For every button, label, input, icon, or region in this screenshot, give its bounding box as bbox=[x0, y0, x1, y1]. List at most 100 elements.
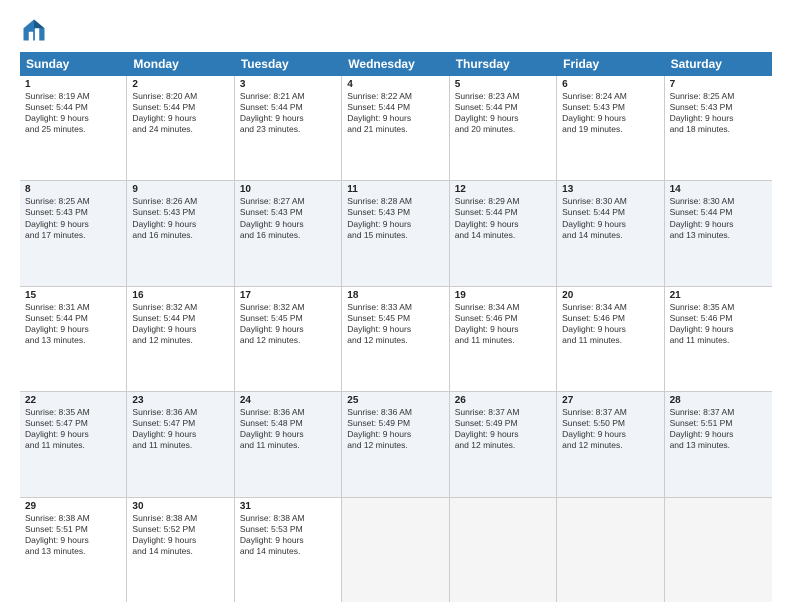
calendar-row-1: 1Sunrise: 8:19 AMSunset: 5:44 PMDaylight… bbox=[20, 76, 772, 181]
header-day-tuesday: Tuesday bbox=[235, 52, 342, 76]
cell-line: Sunrise: 8:30 AM bbox=[562, 196, 658, 207]
day-number: 30 bbox=[132, 501, 228, 512]
day-number: 19 bbox=[455, 290, 551, 301]
day-cell-12: 12Sunrise: 8:29 AMSunset: 5:44 PMDayligh… bbox=[450, 181, 557, 285]
cell-line: Daylight: 9 hours bbox=[25, 324, 121, 335]
header-day-friday: Friday bbox=[557, 52, 664, 76]
cell-line: Sunset: 5:44 PM bbox=[132, 102, 228, 113]
cell-line: Sunset: 5:47 PM bbox=[25, 418, 121, 429]
cell-line: Daylight: 9 hours bbox=[347, 324, 443, 335]
cell-line: Daylight: 9 hours bbox=[670, 429, 767, 440]
cell-line: Daylight: 9 hours bbox=[240, 324, 336, 335]
cell-line: and 11 minutes. bbox=[240, 440, 336, 451]
day-number: 17 bbox=[240, 290, 336, 301]
cell-line: Daylight: 9 hours bbox=[132, 324, 228, 335]
cell-line: Daylight: 9 hours bbox=[347, 113, 443, 124]
cell-line: and 12 minutes. bbox=[347, 335, 443, 346]
cell-line: and 16 minutes. bbox=[132, 230, 228, 241]
day-number: 6 bbox=[562, 79, 658, 90]
cell-line: Sunrise: 8:27 AM bbox=[240, 196, 336, 207]
cell-line: and 13 minutes. bbox=[25, 335, 121, 346]
day-number: 3 bbox=[240, 79, 336, 90]
day-number: 22 bbox=[25, 395, 121, 406]
cell-line: and 12 minutes. bbox=[347, 440, 443, 451]
day-number: 2 bbox=[132, 79, 228, 90]
cell-line: Sunset: 5:44 PM bbox=[670, 207, 767, 218]
day-cell-5: 5Sunrise: 8:23 AMSunset: 5:44 PMDaylight… bbox=[450, 76, 557, 180]
cell-line: Daylight: 9 hours bbox=[562, 324, 658, 335]
cell-line: Daylight: 9 hours bbox=[562, 429, 658, 440]
cell-line: Sunrise: 8:32 AM bbox=[240, 302, 336, 313]
cell-line: Sunset: 5:53 PM bbox=[240, 524, 336, 535]
day-cell-23: 23Sunrise: 8:36 AMSunset: 5:47 PMDayligh… bbox=[127, 392, 234, 496]
cell-line: Sunrise: 8:38 AM bbox=[25, 513, 121, 524]
day-number: 21 bbox=[670, 290, 767, 301]
cell-line: Daylight: 9 hours bbox=[562, 113, 658, 124]
header-day-wednesday: Wednesday bbox=[342, 52, 449, 76]
cell-line: and 16 minutes. bbox=[240, 230, 336, 241]
cell-line: Sunrise: 8:23 AM bbox=[455, 91, 551, 102]
day-cell-4: 4Sunrise: 8:22 AMSunset: 5:44 PMDaylight… bbox=[342, 76, 449, 180]
cell-line: Daylight: 9 hours bbox=[347, 219, 443, 230]
cell-line: Sunset: 5:49 PM bbox=[455, 418, 551, 429]
day-number: 23 bbox=[132, 395, 228, 406]
cell-line: Sunset: 5:46 PM bbox=[562, 313, 658, 324]
calendar-row-4: 22Sunrise: 8:35 AMSunset: 5:47 PMDayligh… bbox=[20, 392, 772, 497]
cell-line: Daylight: 9 hours bbox=[670, 219, 767, 230]
day-cell-30: 30Sunrise: 8:38 AMSunset: 5:52 PMDayligh… bbox=[127, 498, 234, 602]
cell-line: and 15 minutes. bbox=[347, 230, 443, 241]
cell-line: Sunset: 5:50 PM bbox=[562, 418, 658, 429]
cell-line: Sunrise: 8:25 AM bbox=[670, 91, 767, 102]
cell-line: Sunrise: 8:36 AM bbox=[240, 407, 336, 418]
day-number: 4 bbox=[347, 79, 443, 90]
day-cell-10: 10Sunrise: 8:27 AMSunset: 5:43 PMDayligh… bbox=[235, 181, 342, 285]
day-number: 20 bbox=[562, 290, 658, 301]
cell-line: Sunset: 5:43 PM bbox=[347, 207, 443, 218]
cell-line: Sunrise: 8:35 AM bbox=[670, 302, 767, 313]
day-number: 9 bbox=[132, 184, 228, 195]
day-number: 13 bbox=[562, 184, 658, 195]
cell-line: Daylight: 9 hours bbox=[670, 113, 767, 124]
day-number: 28 bbox=[670, 395, 767, 406]
day-number: 25 bbox=[347, 395, 443, 406]
cell-line: Sunrise: 8:37 AM bbox=[562, 407, 658, 418]
calendar: SundayMondayTuesdayWednesdayThursdayFrid… bbox=[20, 52, 772, 602]
cell-line: Sunrise: 8:19 AM bbox=[25, 91, 121, 102]
cell-line: Daylight: 9 hours bbox=[132, 429, 228, 440]
cell-line: and 11 minutes. bbox=[25, 440, 121, 451]
cell-line: Sunrise: 8:22 AM bbox=[347, 91, 443, 102]
logo bbox=[20, 16, 52, 44]
cell-line: Sunrise: 8:21 AM bbox=[240, 91, 336, 102]
calendar-row-3: 15Sunrise: 8:31 AMSunset: 5:44 PMDayligh… bbox=[20, 287, 772, 392]
day-cell-9: 9Sunrise: 8:26 AMSunset: 5:43 PMDaylight… bbox=[127, 181, 234, 285]
cell-line: Sunrise: 8:35 AM bbox=[25, 407, 121, 418]
day-number: 12 bbox=[455, 184, 551, 195]
header-day-thursday: Thursday bbox=[450, 52, 557, 76]
cell-line: Sunrise: 8:34 AM bbox=[562, 302, 658, 313]
cell-line: and 23 minutes. bbox=[240, 124, 336, 135]
cell-line: Daylight: 9 hours bbox=[670, 324, 767, 335]
cell-line: and 14 minutes. bbox=[455, 230, 551, 241]
day-number: 26 bbox=[455, 395, 551, 406]
cell-line: and 12 minutes. bbox=[132, 335, 228, 346]
cell-line: and 17 minutes. bbox=[25, 230, 121, 241]
day-cell-8: 8Sunrise: 8:25 AMSunset: 5:43 PMDaylight… bbox=[20, 181, 127, 285]
cell-line: Sunrise: 8:28 AM bbox=[347, 196, 443, 207]
cell-line: and 11 minutes. bbox=[455, 335, 551, 346]
cell-line: Sunrise: 8:24 AM bbox=[562, 91, 658, 102]
day-cell-26: 26Sunrise: 8:37 AMSunset: 5:49 PMDayligh… bbox=[450, 392, 557, 496]
cell-line: Sunset: 5:44 PM bbox=[455, 102, 551, 113]
cell-line: Sunset: 5:47 PM bbox=[132, 418, 228, 429]
day-cell-21: 21Sunrise: 8:35 AMSunset: 5:46 PMDayligh… bbox=[665, 287, 772, 391]
cell-line: Daylight: 9 hours bbox=[455, 324, 551, 335]
cell-line: Daylight: 9 hours bbox=[25, 429, 121, 440]
cell-line: Daylight: 9 hours bbox=[240, 535, 336, 546]
day-cell-25: 25Sunrise: 8:36 AMSunset: 5:49 PMDayligh… bbox=[342, 392, 449, 496]
cell-line: Sunrise: 8:36 AM bbox=[132, 407, 228, 418]
cell-line: and 11 minutes. bbox=[562, 335, 658, 346]
day-cell-15: 15Sunrise: 8:31 AMSunset: 5:44 PMDayligh… bbox=[20, 287, 127, 391]
cell-line: Daylight: 9 hours bbox=[455, 429, 551, 440]
day-cell-11: 11Sunrise: 8:28 AMSunset: 5:43 PMDayligh… bbox=[342, 181, 449, 285]
cell-line: Daylight: 9 hours bbox=[132, 535, 228, 546]
cell-line: Sunrise: 8:38 AM bbox=[132, 513, 228, 524]
